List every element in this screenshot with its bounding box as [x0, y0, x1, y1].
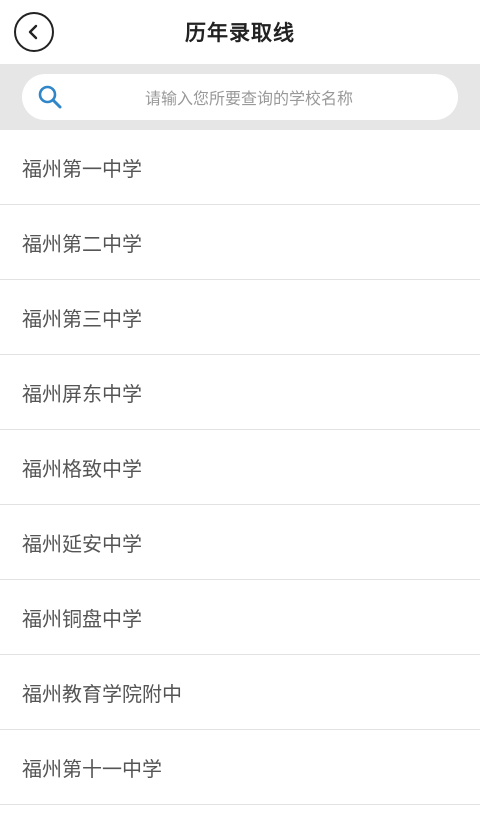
app-root: 历年录取线 请输入您所要查询的学校名称 福州第一中学 福州第二中学 福州第三中学 福州…: [0, 0, 480, 820]
chevron-left-icon: [28, 24, 38, 40]
school-list-item[interactable]: 福州延安中学: [0, 505, 480, 580]
school-list-item[interactable]: 福州教育学院附中: [0, 655, 480, 730]
school-list-item[interactable]: 福州第一中学: [0, 130, 480, 205]
school-list-item[interactable]: 福州铜盘中学: [0, 580, 480, 655]
school-list-item[interactable]: 福州第二中学: [0, 205, 480, 280]
page-title: 历年录取线: [185, 21, 295, 45]
search-input[interactable]: 请输入您所要查询的学校名称: [22, 74, 458, 120]
school-list-item[interactable]: 福州屏东中学: [0, 355, 480, 430]
search-icon: [38, 85, 62, 109]
top-bar: 历年录取线: [0, 0, 480, 64]
school-list-item[interactable]: 福州格致中学: [0, 430, 480, 505]
school-list-item[interactable]: 福州第十一中学: [0, 730, 480, 805]
search-placeholder: 请输入您所要查询的学校名称: [144, 89, 353, 108]
school-list-item[interactable]: 福州第三中学: [0, 280, 480, 355]
school-list: 福州第一中学 福州第二中学 福州第三中学 福州屏东中学 福州格致中学 福州延安中学 福州铜盘…: [0, 130, 480, 805]
search-bar: 请输入您所要查询的学校名称: [0, 64, 480, 130]
back-button[interactable]: [14, 12, 54, 52]
